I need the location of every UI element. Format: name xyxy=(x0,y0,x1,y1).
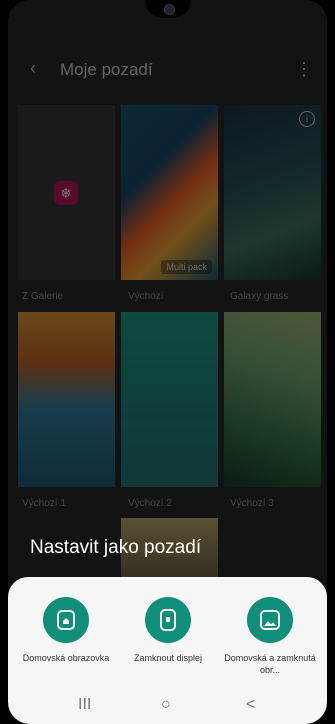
wallpaper-label: Z Galerie xyxy=(22,291,64,302)
wallpaper-galaxy-grass[interactable]: i xyxy=(224,105,321,280)
info-icon[interactable]: i xyxy=(299,111,315,127)
set-wallpaper-sheet: Domovská obrazovka Zamknout displej Domo… xyxy=(8,577,327,724)
option-label: Zamknout displej xyxy=(133,653,203,663)
option-home-screen[interactable]: Domovská obrazovka xyxy=(16,597,116,664)
option-home-and-lock[interactable]: Domovská a zamknutá obr... xyxy=(220,597,320,676)
wallpaper-label: Výchozí xyxy=(128,291,164,302)
page-title: Moje pozadí xyxy=(60,60,153,79)
sheet-title: Nastavit jako pozadí xyxy=(30,537,202,558)
wallpaper-default-3[interactable] xyxy=(224,312,321,487)
lock-screen-icon xyxy=(145,597,191,643)
back-button[interactable]: < xyxy=(246,696,255,714)
option-label: Domovská obrazovka xyxy=(22,653,110,663)
notch xyxy=(145,0,191,18)
home-screen-icon xyxy=(43,597,89,643)
home-button[interactable]: ○ xyxy=(161,696,171,714)
wallpaper-default-2[interactable] xyxy=(121,312,218,487)
wallpaper-label: Galaxy grass xyxy=(230,291,289,302)
phone-screen: ‹ Moje pozadí ⋮ ❄ Z Galerie Multi pack V… xyxy=(8,0,327,724)
app-bar: ‹ Moje pozadí ⋮ xyxy=(8,50,327,90)
wallpaper-default-1[interactable] xyxy=(18,312,115,487)
wallpaper-gallery[interactable]: ❄ xyxy=(18,105,115,280)
recents-button[interactable]: III xyxy=(78,696,91,714)
wallpaper-default[interactable]: Multi pack xyxy=(121,105,218,280)
gallery-icon: ❄ xyxy=(54,181,78,205)
front-camera xyxy=(164,4,175,15)
more-options-icon[interactable]: ⋮ xyxy=(295,59,313,80)
back-icon[interactable]: ‹ xyxy=(30,58,36,79)
option-lock-screen[interactable]: Zamknout displej xyxy=(118,597,218,664)
system-nav-bar: III ○ < xyxy=(8,690,327,724)
wallpaper-label: Výchozí 1 xyxy=(22,498,66,509)
home-and-lock-icon xyxy=(247,597,293,643)
multi-pack-badge: Multi pack xyxy=(161,260,212,274)
wallpaper-label: Výchozí 2 xyxy=(128,498,172,509)
wallpaper-label: Výchozí 3 xyxy=(230,498,274,509)
option-label: Domovská a zamknutá obr... xyxy=(224,653,316,675)
